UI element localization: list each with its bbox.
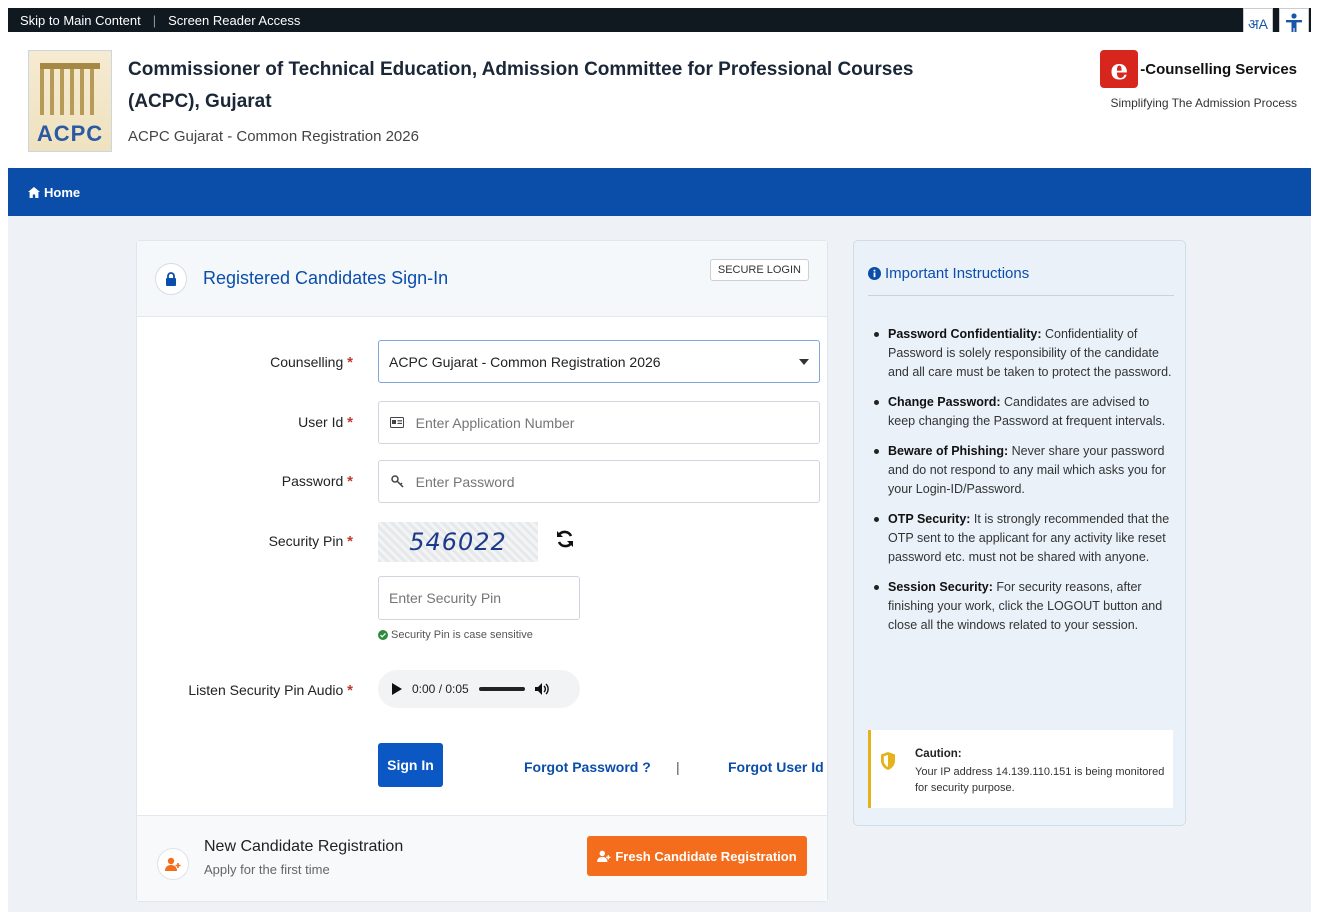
- instructions-divider: [868, 295, 1174, 296]
- volume-icon[interactable]: [534, 683, 549, 695]
- nav-home-label: Home: [44, 184, 81, 200]
- nav-home[interactable]: Home: [28, 185, 80, 200]
- required-star: *: [347, 414, 353, 431]
- fresh-registration-label: Fresh Candidate Registration: [615, 848, 797, 864]
- instruction-heading: OTP Security:: [888, 512, 971, 526]
- audio-time: 0:00 / 0:05: [412, 682, 469, 696]
- instructions-header: Important Instructions: [868, 265, 1029, 282]
- top-utility-bar: Skip to Main Content | Screen Reader Acc…: [8, 8, 1311, 40]
- password-input[interactable]: [415, 473, 819, 490]
- instructions-panel: Important Instructions Password Confiden…: [853, 240, 1186, 826]
- check-circle-icon: [378, 630, 388, 640]
- new-registration-section: New Candidate Registration Apply for the…: [137, 815, 827, 901]
- audio-label: Listen Security Pin Audio *: [153, 682, 353, 699]
- required-star: *: [347, 533, 353, 550]
- page-subtitle: ACPC Gujarat - Common Registration 2026: [128, 128, 419, 145]
- acpc-logo: ACPC: [28, 50, 112, 152]
- security-pin-label: Security Pin *: [153, 533, 353, 550]
- page-title: Commissioner of Technical Education, Adm…: [128, 59, 914, 112]
- instructions-list: Password Confidentiality: Confidentialit…: [874, 325, 1178, 646]
- key-icon: [379, 475, 416, 488]
- required-star: *: [347, 682, 353, 699]
- security-pin-input[interactable]: [389, 590, 579, 606]
- chevron-down-icon: [799, 358, 809, 365]
- counselling-selected-value: ACPC Gujarat - Common Registration 2026: [389, 353, 661, 370]
- shield-icon: [881, 752, 895, 770]
- lock-icon: [155, 262, 187, 295]
- forgot-password-link[interactable]: Forgot Password ?: [524, 759, 651, 775]
- refresh-captcha-icon[interactable]: [555, 529, 577, 551]
- user-plus-icon: [597, 850, 611, 862]
- security-pin-label-text: Security Pin: [268, 533, 344, 549]
- e-counselling-brand: e -Counselling Services Simplifying The …: [1097, 50, 1297, 110]
- logo-text: ACPC: [36, 121, 104, 146]
- caution-box: Caution: Your IP address 14.139.110.151 …: [868, 730, 1173, 808]
- caution-title: Caution:: [915, 748, 962, 760]
- counselling-select[interactable]: ACPC Gujarat - Common Registration 2026: [378, 340, 820, 383]
- password-label-text: Password: [281, 473, 344, 489]
- sign-in-card: Registered Candidates Sign-In SECURE LOG…: [136, 240, 828, 902]
- instruction-heading: Change Password:: [888, 395, 1001, 409]
- userid-label: User Id *: [153, 414, 353, 431]
- e-counselling-brand-name: -Counselling Services: [1140, 60, 1297, 78]
- security-pin-note: Security Pin is case sensitive: [378, 629, 533, 641]
- audio-label-text: Listen Security Pin Audio: [188, 682, 344, 698]
- password-field: [378, 460, 820, 503]
- caution-text: Your IP address 14.139.110.151 is being …: [915, 766, 1165, 794]
- required-star: *: [347, 473, 353, 490]
- screen-reader-access-link[interactable]: Screen Reader Access: [156, 13, 312, 28]
- counselling-label-text: Counselling: [270, 354, 344, 370]
- info-icon: [868, 267, 881, 280]
- new-registration-title: New Candidate Registration: [204, 838, 404, 855]
- security-pin-field: [378, 576, 580, 620]
- userid-field: [378, 401, 820, 444]
- id-card-icon: [379, 417, 416, 428]
- home-icon: [28, 186, 40, 198]
- instruction-heading: Session Security:: [888, 580, 993, 594]
- instruction-heading: Beware of Phishing:: [888, 444, 1009, 458]
- list-item: Password Confidentiality: Confidentialit…: [874, 325, 1178, 382]
- user-plus-icon: [157, 848, 189, 880]
- new-registration-subtitle: Apply for the first time: [204, 862, 330, 877]
- play-icon[interactable]: [392, 683, 402, 695]
- skip-to-main-content-link[interactable]: Skip to Main Content: [8, 13, 153, 28]
- site-header: ACPC Commissioner of Technical Education…: [8, 32, 1311, 168]
- e-counselling-logo-icon: e: [1100, 50, 1139, 88]
- main-nav: Home: [8, 168, 1311, 216]
- list-item: Change Password: Candidates are advised …: [874, 393, 1178, 431]
- audio-progress-slider[interactable]: [478, 687, 525, 691]
- fresh-registration-button[interactable]: Fresh Candidate Registration: [587, 836, 807, 876]
- required-star: *: [347, 354, 353, 371]
- secure-login-badge: SECURE LOGIN: [709, 259, 809, 281]
- security-pin-note-text: Security Pin is case sensitive: [391, 629, 533, 641]
- e-counselling-tagline: Simplifying The Admission Process: [1110, 96, 1297, 110]
- sign-in-button[interactable]: Sign In: [378, 743, 443, 787]
- logo-pillars-graphic: [40, 63, 100, 115]
- sign-in-title: Registered Candidates Sign-In: [203, 268, 449, 288]
- list-item: Session Security: For security reasons, …: [874, 578, 1178, 635]
- userid-input[interactable]: [415, 414, 819, 431]
- links-separator: |: [676, 759, 680, 775]
- password-label: Password *: [153, 473, 353, 490]
- list-item: OTP Security: It is strongly recommended…: [874, 510, 1178, 567]
- captcha-image: 546022: [378, 522, 538, 562]
- sign-in-card-header: Registered Candidates Sign-In SECURE LOG…: [137, 241, 827, 317]
- userid-label-text: User Id: [298, 414, 344, 430]
- list-item: Beware of Phishing: Never share your pas…: [874, 442, 1178, 499]
- security-pin-audio-player: 0:00 / 0:05: [378, 670, 580, 708]
- counselling-label: Counselling *: [153, 354, 353, 371]
- instruction-heading: Password Confidentiality:: [888, 327, 1042, 341]
- forgot-userid-link[interactable]: Forgot User Id: [728, 759, 824, 775]
- instructions-title: Important Instructions: [885, 265, 1030, 282]
